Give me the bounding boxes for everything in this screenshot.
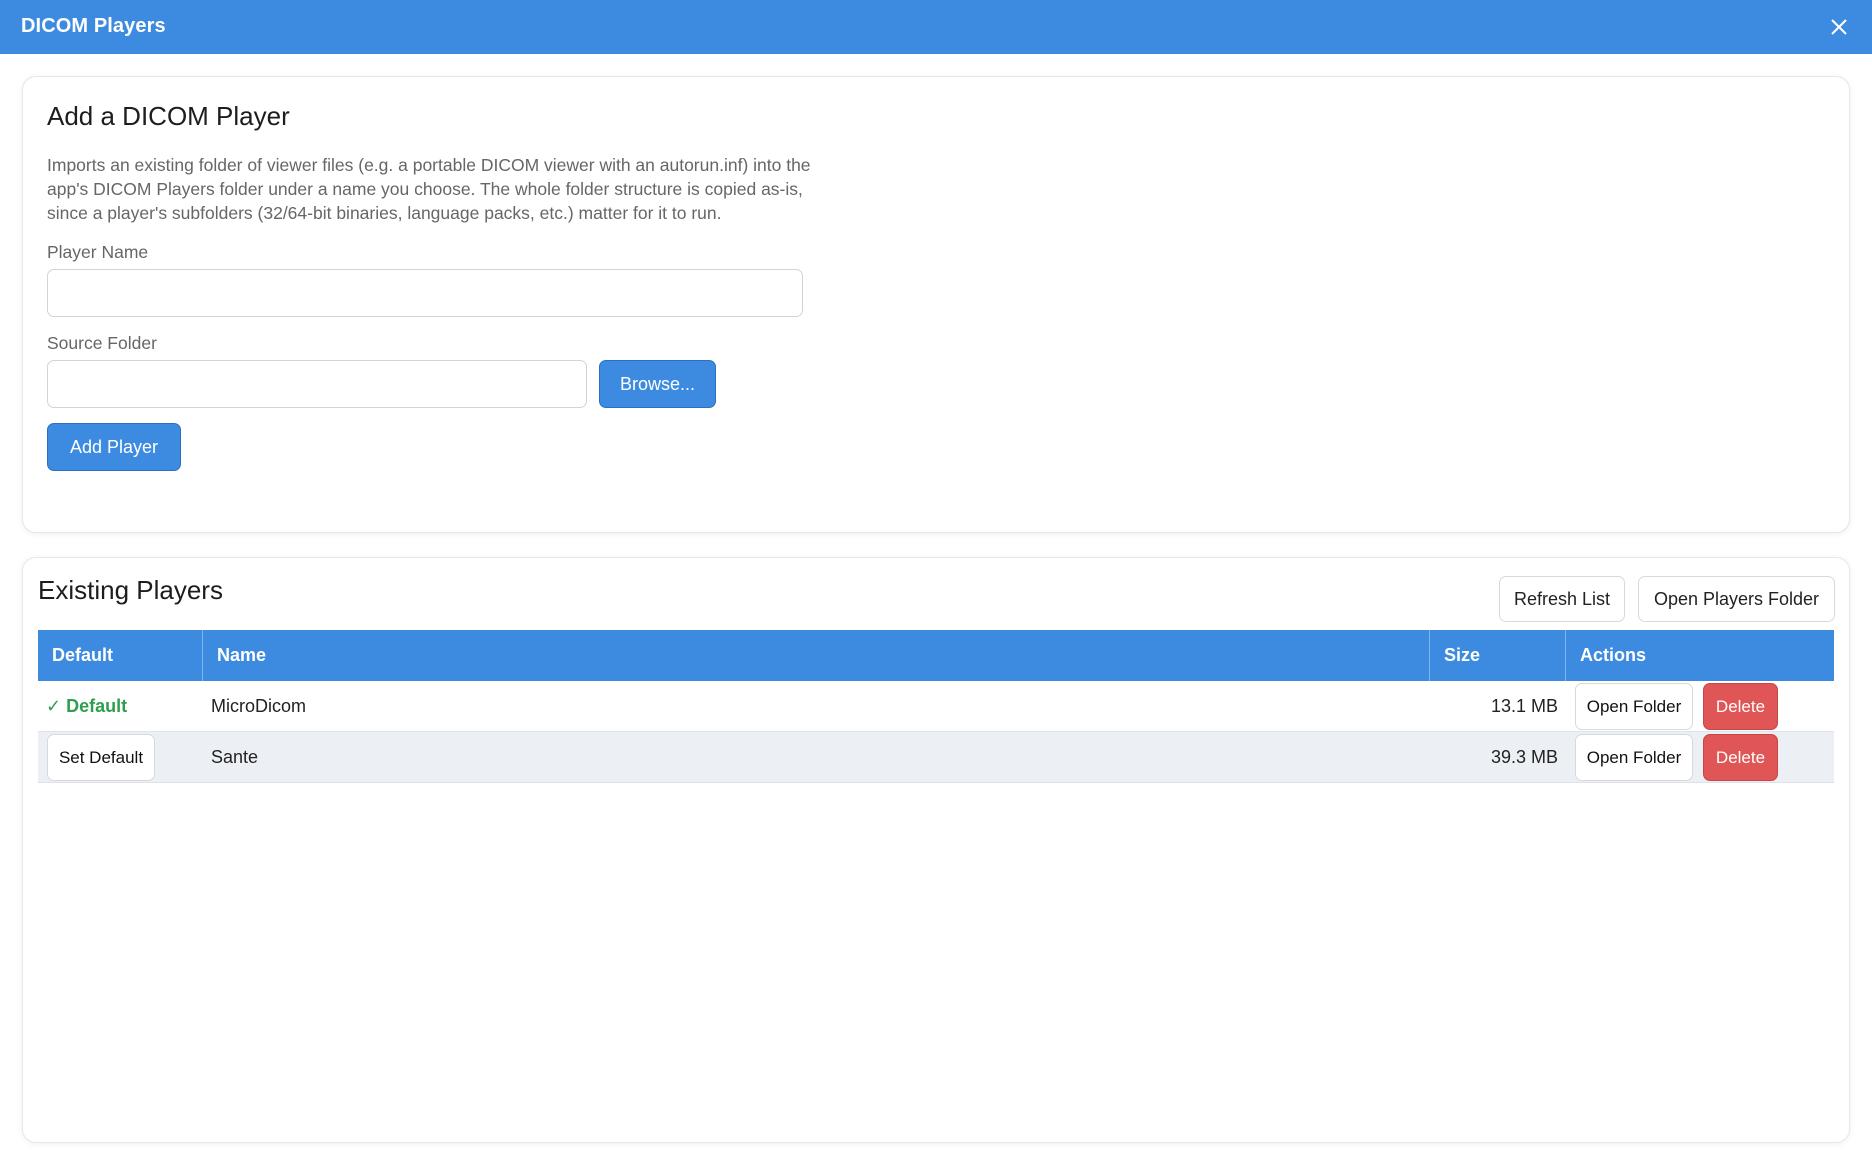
add-player-heading: Add a DICOM Player xyxy=(47,101,290,131)
existing-players-heading: Existing Players xyxy=(38,575,223,605)
open-players-folder-button[interactable]: Open Players Folder xyxy=(1638,576,1835,622)
player-name-label: Player Name xyxy=(47,242,149,262)
open-folder-button[interactable]: Open Folder xyxy=(1575,683,1693,730)
column-header-default: Default xyxy=(38,630,203,681)
player-name: MicroDicom xyxy=(211,696,307,716)
delete-button[interactable]: Delete xyxy=(1703,683,1778,730)
players-table: Default Name Size Actions ✓ Default Micr… xyxy=(38,630,1834,783)
column-header-actions: Actions xyxy=(1580,645,1647,665)
player-size: 13.1 MB xyxy=(1490,696,1558,716)
player-name: Sante xyxy=(211,747,259,767)
delete-button[interactable]: Delete xyxy=(1703,734,1778,781)
open-folder-button[interactable]: Open Folder xyxy=(1575,734,1693,781)
add-player-card: Add a DICOM Player Imports an existing f… xyxy=(22,76,1850,533)
source-folder-label: Source Folder xyxy=(47,333,157,353)
player-size: 39.3 MB xyxy=(1490,747,1558,767)
add-player-description: Imports an existing folder of viewer fil… xyxy=(47,155,811,223)
close-icon[interactable] xyxy=(1826,14,1852,40)
refresh-list-button[interactable]: Refresh List xyxy=(1499,576,1625,622)
column-header-name: Name xyxy=(203,630,1430,681)
title-bar: DICOM Players xyxy=(0,0,1872,54)
player-name-input[interactable] xyxy=(47,269,803,317)
default-indicator: ✓ Default xyxy=(46,696,128,716)
window-title: DICOM Players xyxy=(21,15,166,37)
set-default-button[interactable]: Set Default xyxy=(47,734,155,781)
existing-players-card: Existing Players Refresh List Open Playe… xyxy=(22,557,1850,1143)
table-row: ✓ Default MicroDicom 13.1 MB Open Folder… xyxy=(38,681,1834,732)
column-header-size: Size xyxy=(1430,630,1566,681)
browse-button[interactable]: Browse... xyxy=(599,360,716,408)
table-row: Set Default Sante 39.3 MB Open Folder De… xyxy=(38,732,1834,783)
add-player-button[interactable]: Add Player xyxy=(47,423,181,471)
table-header: Default Name Size Actions xyxy=(38,630,1834,681)
source-folder-input[interactable] xyxy=(47,360,587,408)
